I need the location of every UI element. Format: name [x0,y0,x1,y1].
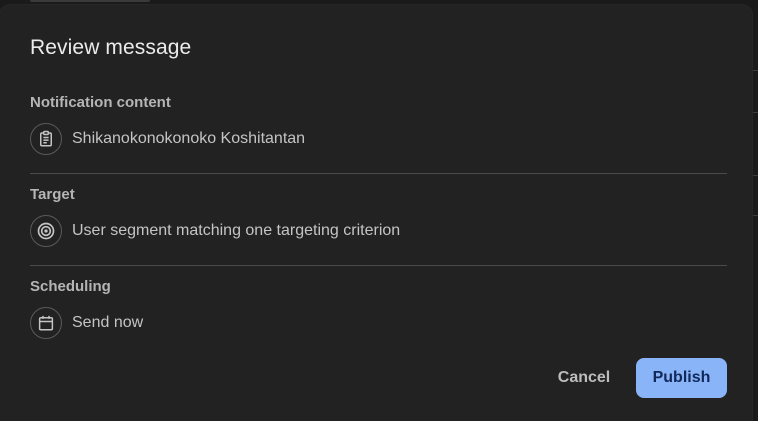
background-divider [752,215,758,216]
target-text: User segment matching one targeting crit… [72,222,401,239]
background-divider [752,112,758,113]
section-label: Scheduling [30,278,111,295]
review-message-dialog: Review message Notification content Shik… [0,5,752,421]
scheduling-section: Scheduling Send now [30,278,727,348]
section-label: Target [30,186,75,203]
background-divider [752,70,758,71]
target-icon [30,215,62,247]
background-text [30,0,150,2]
section-divider [30,265,727,266]
notification-content-row: Shikanokonokonoko Koshitantan [30,123,305,155]
scheduling-text: Send now [72,314,144,331]
notification-content-section: Notification content Shikanokonokonoko K… [30,94,727,164]
publish-button[interactable]: Publish [636,358,727,398]
notification-content-text: Shikanokonokonoko Koshitantan [72,130,306,147]
dialog-title: Review message [30,36,192,59]
section-divider [30,173,727,174]
clipboard-icon [30,123,62,155]
background-divider [752,175,758,176]
target-row: User segment matching one targeting crit… [30,215,400,247]
section-label: Notification content [30,94,171,111]
calendar-icon [30,307,62,339]
cancel-button[interactable]: Cancel [548,358,620,398]
target-section: Target User segment matching one targeti… [30,186,727,256]
scheduling-row: Send now [30,307,143,339]
